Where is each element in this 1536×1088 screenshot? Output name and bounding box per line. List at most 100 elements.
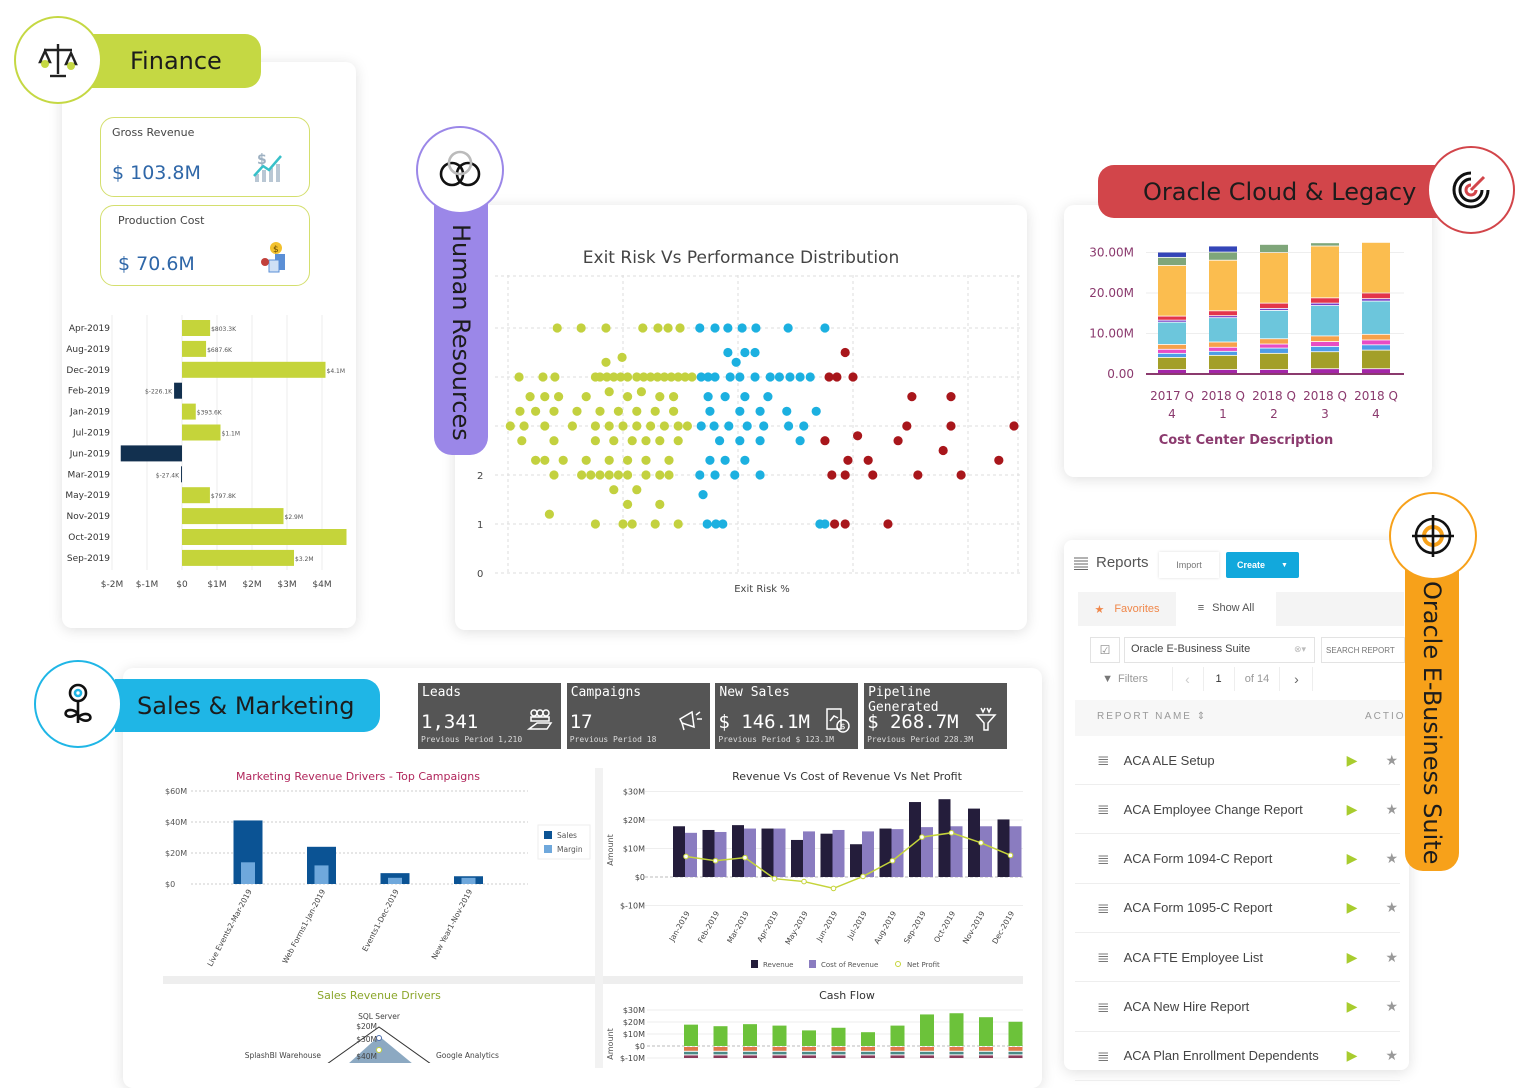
scatter-point — [623, 372, 633, 382]
run-report-icon[interactable]: ▶ — [1347, 899, 1358, 916]
x-tick-label: 2018 Q — [1252, 389, 1296, 403]
sales-badge — [34, 660, 122, 748]
report-row[interactable]: ≣ ACA New Hire Report ▶ ★ — [1075, 983, 1400, 1032]
report-row[interactable]: ≣ ACA FTE Employee List ▶ ★ — [1075, 933, 1400, 983]
scatter-point — [673, 519, 683, 529]
x-tick-label: $-2M — [101, 580, 123, 590]
scatter-point — [863, 455, 873, 465]
legend-label: Margin — [557, 845, 583, 854]
hr-badge — [416, 126, 504, 214]
stack-segment — [1260, 244, 1288, 253]
y-tick-label: $20M — [623, 1018, 645, 1027]
scatter-point — [750, 372, 760, 382]
reports-title: Reports — [1096, 554, 1149, 571]
favorite-star-icon[interactable]: ★ — [1385, 1047, 1398, 1064]
run-report-icon[interactable]: ▶ — [1347, 949, 1358, 966]
tile-value: 17 — [569, 711, 593, 733]
select-all-checkbox-button[interactable]: ☑ — [1090, 637, 1120, 663]
scatter-point — [650, 406, 660, 416]
chart-title: Marketing Revenue Drivers - Top Campaign… — [236, 770, 480, 783]
scatter-point — [515, 406, 525, 416]
category-label: Feb-2019 — [68, 387, 110, 397]
scatter-point — [581, 455, 591, 465]
report-name: ACA FTE Employee List — [1123, 949, 1264, 965]
report-row[interactable]: ≣ ACA Plan Enrollment Dependents ▶ ★ — [1075, 1032, 1400, 1081]
scatter-point — [558, 455, 568, 465]
scatter-point — [698, 490, 708, 500]
prev-page-button[interactable]: ‹ — [1172, 667, 1202, 691]
sales-revenue-radar-chart: Sales Revenue Drivers SQL Server Google An… — [245, 989, 499, 1063]
scatter-point — [913, 470, 923, 480]
cash-out-segment — [713, 1047, 728, 1051]
run-report-icon[interactable]: ▶ — [1347, 752, 1358, 769]
cash-in-bar — [890, 1025, 905, 1046]
create-button[interactable]: Create ▼ — [1226, 552, 1299, 578]
cash-in-bar — [1008, 1021, 1023, 1046]
filters-button[interactable]: ▼ Filters — [1095, 667, 1155, 691]
scatter-point — [590, 436, 600, 446]
tile-value: 1,341 — [421, 711, 479, 733]
scatter-point — [759, 421, 769, 431]
favorite-star-icon[interactable]: ★ — [1385, 801, 1398, 818]
run-report-icon[interactable]: ▶ — [1347, 1047, 1358, 1064]
tile-label: New Sales — [719, 685, 790, 700]
stack-segment — [1260, 252, 1288, 303]
data-label: $2.9M — [285, 514, 304, 521]
tab-favorites[interactable]: ★ Favorites — [1078, 592, 1176, 626]
scatter-point — [696, 421, 706, 431]
data-label: $1.1M — [222, 431, 241, 438]
scatter-point — [784, 421, 794, 431]
tile-previous: Previous Period 228.3M — [867, 735, 974, 744]
x-tick-label: Mar-2019 — [725, 909, 751, 944]
run-report-icon[interactable]: ▶ — [1347, 998, 1358, 1015]
favorite-star-icon[interactable]: ★ — [1385, 850, 1398, 867]
reports-menu-icon[interactable] — [1074, 557, 1088, 570]
favorite-star-icon[interactable]: ★ — [1385, 949, 1398, 966]
page-number[interactable]: 1 — [1203, 667, 1233, 691]
scatter-point — [840, 347, 850, 358]
clear-dropdown-icon[interactable]: ⊗▾ — [1294, 644, 1306, 655]
source-select[interactable]: Oracle E-Business Suite ⊗▾ — [1124, 637, 1315, 663]
y-tick-label: $20M — [623, 816, 645, 825]
scatter-point — [641, 455, 651, 465]
scatter-point — [994, 455, 1004, 465]
scatter-point — [632, 406, 642, 416]
report-row[interactable]: ≣ ACA ALE Setup ▶ ★ — [1075, 736, 1400, 785]
report-doc-icon: ≣ — [1097, 850, 1110, 868]
tab-show-all[interactable]: ≡ Show All — [1176, 590, 1276, 626]
favorite-star-icon[interactable]: ★ — [1385, 998, 1398, 1015]
scatter-point — [627, 519, 637, 529]
y-tick-label: $0 — [635, 1042, 645, 1051]
report-name-column[interactable]: REPORT NAME ⇕ — [1097, 711, 1205, 722]
scatter-point — [956, 470, 966, 480]
revenue-bar — [850, 844, 862, 877]
search-report-input[interactable] — [1321, 637, 1405, 663]
stack-segment — [1158, 357, 1186, 370]
bar — [174, 382, 182, 399]
scatter-point — [595, 406, 605, 416]
cash-in-bar — [949, 1013, 964, 1046]
favorite-star-icon[interactable]: ★ — [1385, 899, 1398, 916]
x-tick-label: 3 — [1321, 407, 1329, 421]
report-row[interactable]: ≣ ACA Form 1095-C Report ▶ ★ — [1075, 884, 1400, 933]
cash-out-segment — [979, 1047, 993, 1051]
scatter-point — [519, 421, 529, 431]
scatter-point — [538, 372, 548, 382]
report-row[interactable]: ≣ ACA Employee Change Report ▶ ★ — [1075, 785, 1400, 835]
stack-segment — [1158, 344, 1186, 349]
cash-out-segment — [1008, 1055, 1023, 1058]
import-button[interactable]: Import — [1159, 552, 1219, 578]
favorite-star-icon[interactable]: ★ — [1385, 752, 1398, 769]
megaphone-icon — [678, 710, 702, 731]
next-page-button[interactable]: › — [1281, 667, 1313, 691]
report-row[interactable]: ≣ ACA Form 1094-C Report ▶ ★ — [1075, 835, 1400, 884]
sales-title: Sales & Marketing — [137, 691, 355, 720]
cash-out-segment — [684, 1051, 698, 1055]
run-report-icon[interactable]: ▶ — [1347, 850, 1358, 867]
category-label: Apr-2019 — [69, 324, 110, 334]
scatter-point — [740, 392, 750, 402]
run-report-icon[interactable]: ▶ — [1347, 801, 1358, 818]
scatter-point — [618, 519, 628, 529]
stack-segment — [1158, 265, 1186, 316]
net-profit-point — [1007, 852, 1014, 859]
